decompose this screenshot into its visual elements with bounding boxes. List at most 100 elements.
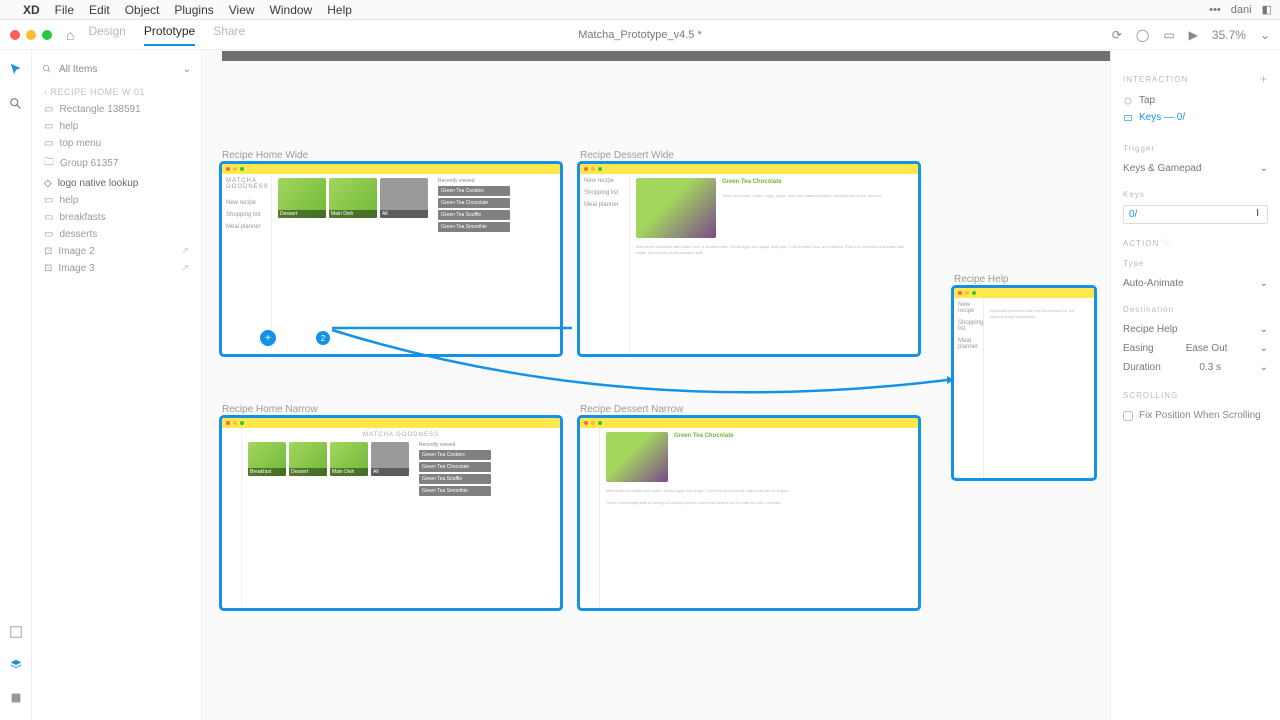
layer-item[interactable]: ⊡Image 3↗ xyxy=(38,260,195,277)
layer-label: help xyxy=(59,195,78,206)
search-label: All Items xyxy=(59,64,97,75)
layer-label: Image 2 xyxy=(58,246,94,257)
user-icon[interactable]: ◯ xyxy=(1136,28,1149,42)
recent-item: Green Tea Smoothie xyxy=(419,486,491,496)
layer-item[interactable]: ▭top menu xyxy=(38,135,195,152)
easing-select[interactable]: EasingEase Out⌄ xyxy=(1123,339,1268,358)
layer-type-icon: ▭ xyxy=(44,138,53,149)
prototype-handle-plus[interactable]: + xyxy=(260,330,276,346)
plugins-icon[interactable] xyxy=(9,691,23,708)
section-label: Recently viewed xyxy=(419,442,491,448)
interaction-panel: INTERACTION + Tap Keys — 0/ Trigger Keys … xyxy=(1110,50,1280,720)
menubar-ellipsis[interactable]: ••• xyxy=(1209,4,1221,16)
trigger-select[interactable]: Keys & Gamepad⌄ xyxy=(1123,159,1268,178)
layers-icon[interactable] xyxy=(9,658,23,675)
design-canvas[interactable]: Recipe Home Wide MATCHA GOODNESS New rec… xyxy=(202,50,1110,720)
layer-item[interactable]: ▭desserts xyxy=(38,226,195,243)
artboard-label[interactable]: Recipe Dessert Narrow xyxy=(580,404,918,415)
layer-item[interactable]: 🗀Group 61357 xyxy=(38,152,195,175)
recent-item: Green Tea Souffle xyxy=(419,474,491,484)
recipe-title: Green Tea Chocolate xyxy=(722,178,882,187)
artboard-label[interactable]: Recipe Dessert Wide xyxy=(580,150,918,161)
layer-type-icon: ▭ xyxy=(44,212,53,223)
menu-plugins[interactable]: Plugins xyxy=(174,3,213,17)
app-name[interactable]: XD xyxy=(23,3,40,17)
play-icon[interactable]: ▶ xyxy=(1189,28,1198,42)
home-icon[interactable]: ⌂ xyxy=(66,27,74,43)
nav-item: Shopping list xyxy=(226,212,267,218)
menu-object[interactable]: Object xyxy=(125,3,160,17)
layer-item[interactable]: ▭help xyxy=(38,118,195,135)
menu-help[interactable]: Help xyxy=(327,3,352,17)
layer-item[interactable]: ▭Rectangle 138591 xyxy=(38,101,195,118)
field-label: Trigger xyxy=(1123,144,1155,153)
duration-select[interactable]: Duration0.3 s⌄ xyxy=(1123,358,1268,377)
artboard-recipe-help[interactable]: Recipe Help New recipe Shopping list Mea… xyxy=(954,274,1094,478)
recent-item: Green Tea Cookies xyxy=(438,186,510,196)
layer-item[interactable]: ▭breakfasts xyxy=(38,209,195,226)
layer-type-icon: ⊡ xyxy=(44,263,52,274)
tab-share[interactable]: Share xyxy=(213,24,245,46)
layer-item[interactable]: ◇logo native lookup xyxy=(38,175,195,192)
keys-input[interactable]: 0/I xyxy=(1123,205,1268,224)
layers-panel: All Items ⌄ ‹ RECIPE HOME W 01 ▭Rectangl… xyxy=(32,50,202,720)
recent-item: Green Tea Cookies xyxy=(419,450,491,460)
artboard-recipe-home-narrow[interactable]: Recipe Home Narrow MATCHA GOODNESS Break… xyxy=(222,404,560,608)
layer-label: Rectangle 138591 xyxy=(59,104,140,115)
field-label: Easing xyxy=(1123,343,1154,354)
nav-item: Meal planner xyxy=(958,338,979,350)
window-controls[interactable] xyxy=(10,30,52,40)
fix-position-checkbox[interactable]: Fix Position When Scrolling xyxy=(1123,406,1268,425)
artboard-recipe-dessert-wide[interactable]: Recipe Dessert Wide New recipe Shopping … xyxy=(580,150,918,354)
add-interaction-button[interactable]: + xyxy=(1260,72,1268,86)
chevron-down-icon[interactable]: ⌄ xyxy=(1260,28,1270,42)
menubar-icon[interactable]: ◧ xyxy=(1262,3,1272,16)
mobile-preview-icon[interactable]: ▭ xyxy=(1163,28,1174,42)
zoom-tool-icon[interactable] xyxy=(9,97,23,114)
layers-breadcrumb[interactable]: ‹ RECIPE HOME W 01 xyxy=(38,79,195,101)
chevron-down-icon[interactable]: ⌄ xyxy=(183,64,191,75)
tile-caption: All xyxy=(371,468,409,476)
artboard-recipe-dessert-narrow[interactable]: Recipe Dessert Narrow Green Tea Chocolat… xyxy=(580,404,918,608)
layer-item[interactable]: ▭ help xyxy=(38,192,195,209)
field-label: Duration xyxy=(1123,362,1161,373)
export-icon: ↗ xyxy=(181,246,189,257)
libraries-icon[interactable] xyxy=(9,625,23,642)
artboard-recipe-home-wide[interactable]: Recipe Home Wide MATCHA GOODNESS New rec… xyxy=(222,150,560,354)
export-icon: ↗ xyxy=(181,263,189,274)
sync-icon[interactable]: ⟳ xyxy=(1112,28,1122,42)
action-type-select[interactable]: Auto-Animate⌄ xyxy=(1123,274,1268,293)
trigger-row-tap[interactable]: Tap xyxy=(1123,92,1268,109)
layer-type-icon: ▭ xyxy=(44,195,53,206)
interaction-count-badge[interactable]: 2 xyxy=(316,331,330,345)
select-tool-icon[interactable] xyxy=(9,62,23,79)
nav-item: New recipe xyxy=(958,302,979,314)
menu-window[interactable]: Window xyxy=(270,3,313,17)
artboard-label[interactable]: Recipe Home Wide xyxy=(222,150,560,161)
brand-label: MATCHA GOODNESS xyxy=(226,178,267,190)
select-value: Recipe Help xyxy=(1123,324,1177,335)
layer-item[interactable]: ⊡Image 2↗ xyxy=(38,243,195,260)
layers-search[interactable]: All Items ⌄ xyxy=(38,60,195,79)
menu-file[interactable]: File xyxy=(55,3,74,17)
input-value: 0/ xyxy=(1129,209,1137,220)
tab-design[interactable]: Design xyxy=(88,24,125,46)
section-heading: INTERACTION xyxy=(1123,75,1188,84)
menu-edit[interactable]: Edit xyxy=(89,3,110,17)
nav-item: New recipe xyxy=(226,200,267,206)
layer-label: Group 61357 xyxy=(60,158,118,169)
menu-view[interactable]: View xyxy=(229,3,255,17)
trigger-row-keys[interactable]: Keys — 0/ xyxy=(1123,109,1268,126)
tab-prototype[interactable]: Prototype xyxy=(144,24,195,46)
artboard-label[interactable]: Recipe Help xyxy=(954,274,1094,285)
zoom-level[interactable]: 35.7% xyxy=(1212,28,1246,42)
trigger-label: Tap xyxy=(1139,95,1155,106)
select-value: Auto-Animate xyxy=(1123,278,1184,289)
nav-item: Meal planner xyxy=(226,224,267,230)
menubar-user[interactable]: dani xyxy=(1231,4,1252,16)
artboard-label[interactable]: Recipe Home Narrow xyxy=(222,404,560,415)
destination-select[interactable]: Recipe Help⌄ xyxy=(1123,320,1268,339)
layer-type-icon: ▭ xyxy=(44,229,53,240)
layer-type-icon: ◇ xyxy=(44,178,52,189)
section-heading: ACTION xyxy=(1123,239,1159,248)
